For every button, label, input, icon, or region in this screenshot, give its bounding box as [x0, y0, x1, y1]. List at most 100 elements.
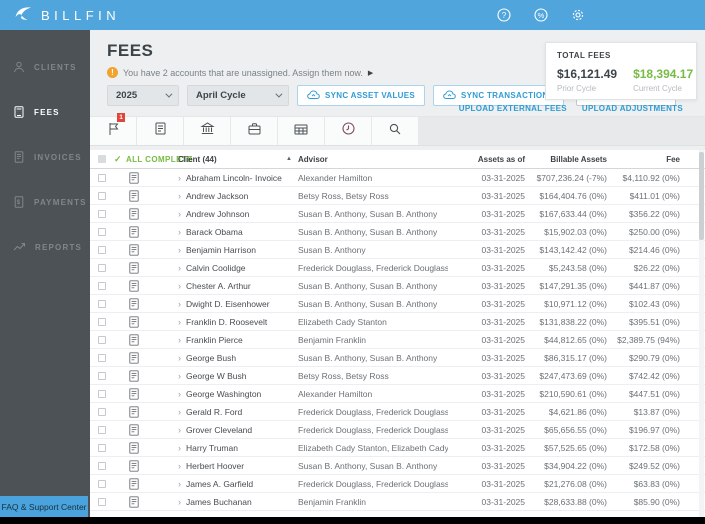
row-checkbox[interactable]	[98, 227, 106, 236]
table-row[interactable]: › Calvin Coolidge Frederick Douglass, Fr…	[90, 259, 705, 277]
client-cell[interactable]: › Andrew Johnson	[154, 209, 298, 219]
invoice-status-icon[interactable]	[114, 387, 154, 400]
spreadsheet-filter-button[interactable]	[278, 117, 325, 145]
sync-asset-values-button[interactable]: SYNC ASSET VALUES	[297, 85, 426, 106]
row-checkbox[interactable]	[98, 443, 106, 452]
row-checkbox[interactable]	[98, 173, 106, 182]
row-checkbox[interactable]	[98, 263, 106, 272]
expand-chevron-icon[interactable]: ›	[178, 227, 181, 237]
column-header-assets-as-of[interactable]: Assets as of	[448, 155, 525, 164]
client-cell[interactable]: › George Washington	[154, 389, 298, 399]
percent-icon[interactable]: %	[534, 8, 548, 22]
client-cell[interactable]: › Calvin Coolidge	[154, 263, 298, 273]
client-cell[interactable]: › Dwight D. Eisenhower	[154, 299, 298, 309]
client-cell[interactable]: › George W Bush	[154, 371, 298, 381]
invoice-status-icon[interactable]	[114, 441, 154, 454]
invoice-status-icon[interactable]	[114, 495, 154, 508]
year-select[interactable]: 2025	[107, 85, 179, 106]
table-row[interactable]: › Harry Truman Elizabeth Cady Stanton, E…	[90, 439, 705, 457]
client-cell[interactable]: › James Buchanan	[154, 497, 298, 507]
expand-chevron-icon[interactable]: ›	[178, 209, 181, 219]
upload-adjustments-link[interactable]: UPLOAD ADJUSTMENTS	[582, 104, 683, 113]
table-row[interactable]: › Franklin Pierce Benjamin Franklin 03-3…	[90, 331, 705, 349]
invoice-status-icon[interactable]	[114, 243, 154, 256]
invoice-status-icon[interactable]	[114, 333, 154, 346]
invoice-status-icon[interactable]	[114, 459, 154, 472]
history-filter-button[interactable]	[325, 117, 372, 145]
expand-chevron-icon[interactable]: ›	[178, 173, 181, 183]
sidebar-item-invoices[interactable]: INVOICES	[0, 135, 90, 180]
sidebar-item-payments[interactable]: $ PAYMENTS	[0, 180, 90, 225]
column-header-fee[interactable]: Fee	[607, 155, 680, 164]
table-row[interactable]: › Andrew Jackson Betsy Ross, Betsy Ross …	[90, 187, 705, 205]
table-row[interactable]: › Benjamin Harrison Susan B. Anthony 03-…	[90, 241, 705, 259]
row-checkbox[interactable]	[98, 353, 106, 362]
client-cell[interactable]: › Franklin Pierce	[154, 335, 298, 345]
row-checkbox[interactable]	[98, 299, 106, 308]
client-cell[interactable]: › Herbert Hoover	[154, 461, 298, 471]
client-cell[interactable]: › Benjamin Harrison	[154, 245, 298, 255]
help-icon[interactable]: ?	[497, 8, 511, 22]
invoice-status-icon[interactable]	[114, 423, 154, 436]
row-checkbox[interactable]	[98, 209, 106, 218]
sidebar-item-reports[interactable]: REPORTS	[0, 225, 90, 270]
flag-filter-button[interactable]: 1	[90, 113, 137, 145]
invoice-status-icon[interactable]	[114, 369, 154, 382]
table-row[interactable]: › Barack Obama Susan B. Anthony, Susan B…	[90, 223, 705, 241]
table-row[interactable]: › George Washington Alexander Hamilton 0…	[90, 385, 705, 403]
table-row[interactable]: › James Buchanan Benjamin Franklin 03-31…	[90, 493, 705, 511]
expand-chevron-icon[interactable]: ›	[178, 461, 181, 471]
client-cell[interactable]: › Gerald R. Ford	[154, 407, 298, 417]
table-row[interactable]: › Abraham Lincoln- Invoice Alexander Ham…	[90, 169, 705, 187]
expand-chevron-icon[interactable]: ›	[178, 191, 181, 201]
column-header-client[interactable]: Client (44) ▲	[178, 155, 298, 164]
row-checkbox[interactable]	[98, 335, 106, 344]
invoice-status-icon[interactable]	[114, 225, 154, 238]
portfolio-filter-button[interactable]	[231, 117, 278, 145]
client-cell[interactable]: › James A. Garfield	[154, 479, 298, 489]
scrollbar-thumb[interactable]	[699, 152, 704, 240]
row-checkbox[interactable]	[98, 389, 106, 398]
invoice-status-icon[interactable]	[114, 315, 154, 328]
vertical-scrollbar[interactable]	[699, 150, 704, 517]
expand-chevron-icon[interactable]: ›	[178, 497, 181, 507]
row-checkbox[interactable]	[98, 191, 106, 200]
expand-chevron-icon[interactable]: ›	[178, 353, 181, 363]
expand-chevron-icon[interactable]: ›	[178, 407, 181, 417]
sidebar-item-clients[interactable]: CLIENTS	[0, 45, 90, 90]
table-row[interactable]: › George W Bush Betsy Ross, Betsy Ross 0…	[90, 367, 705, 385]
client-cell[interactable]: › Barack Obama	[154, 227, 298, 237]
search-button[interactable]	[372, 117, 419, 145]
client-cell[interactable]: › Chester A. Arthur	[154, 281, 298, 291]
select-all-checkbox[interactable]	[98, 155, 106, 163]
expand-chevron-icon[interactable]: ›	[178, 371, 181, 381]
expand-chevron-icon[interactable]: ›	[178, 299, 181, 309]
sidebar-item-fees[interactable]: FEES	[0, 90, 90, 135]
table-row[interactable]: › James A. Garfield Frederick Douglass, …	[90, 475, 705, 493]
row-checkbox[interactable]	[98, 461, 106, 470]
table-row[interactable]: › George Bush Susan B. Anthony, Susan B.…	[90, 349, 705, 367]
table-row[interactable]: › Grover Cleveland Frederick Douglass, F…	[90, 421, 705, 439]
invoice-status-icon[interactable]	[114, 351, 154, 364]
expand-chevron-icon[interactable]: ›	[178, 263, 181, 273]
client-cell[interactable]: › Abraham Lincoln- Invoice	[154, 173, 298, 183]
notice-arrow-icon[interactable]: ▶	[368, 69, 373, 77]
expand-chevron-icon[interactable]: ›	[178, 389, 181, 399]
invoice-status-icon[interactable]	[114, 207, 154, 220]
document-filter-button[interactable]	[137, 117, 184, 145]
row-checkbox[interactable]	[98, 425, 106, 434]
invoice-status-icon[interactable]	[114, 477, 154, 490]
expand-chevron-icon[interactable]: ›	[178, 335, 181, 345]
client-cell[interactable]: › Harry Truman	[154, 443, 298, 453]
expand-chevron-icon[interactable]: ›	[178, 425, 181, 435]
table-row[interactable]: › Dwight D. Eisenhower Susan B. Anthony,…	[90, 295, 705, 313]
row-checkbox[interactable]	[98, 479, 106, 488]
row-checkbox[interactable]	[98, 407, 106, 416]
invoice-status-icon[interactable]	[114, 297, 154, 310]
client-cell[interactable]: › Andrew Jackson	[154, 191, 298, 201]
expand-chevron-icon[interactable]: ›	[178, 317, 181, 327]
all-complete-filter[interactable]: ✓ ALL COMPLETE	[114, 154, 192, 165]
invoice-status-icon[interactable]	[114, 261, 154, 274]
expand-chevron-icon[interactable]: ›	[178, 443, 181, 453]
client-cell[interactable]: › Franklin D. Roosevelt	[154, 317, 298, 327]
